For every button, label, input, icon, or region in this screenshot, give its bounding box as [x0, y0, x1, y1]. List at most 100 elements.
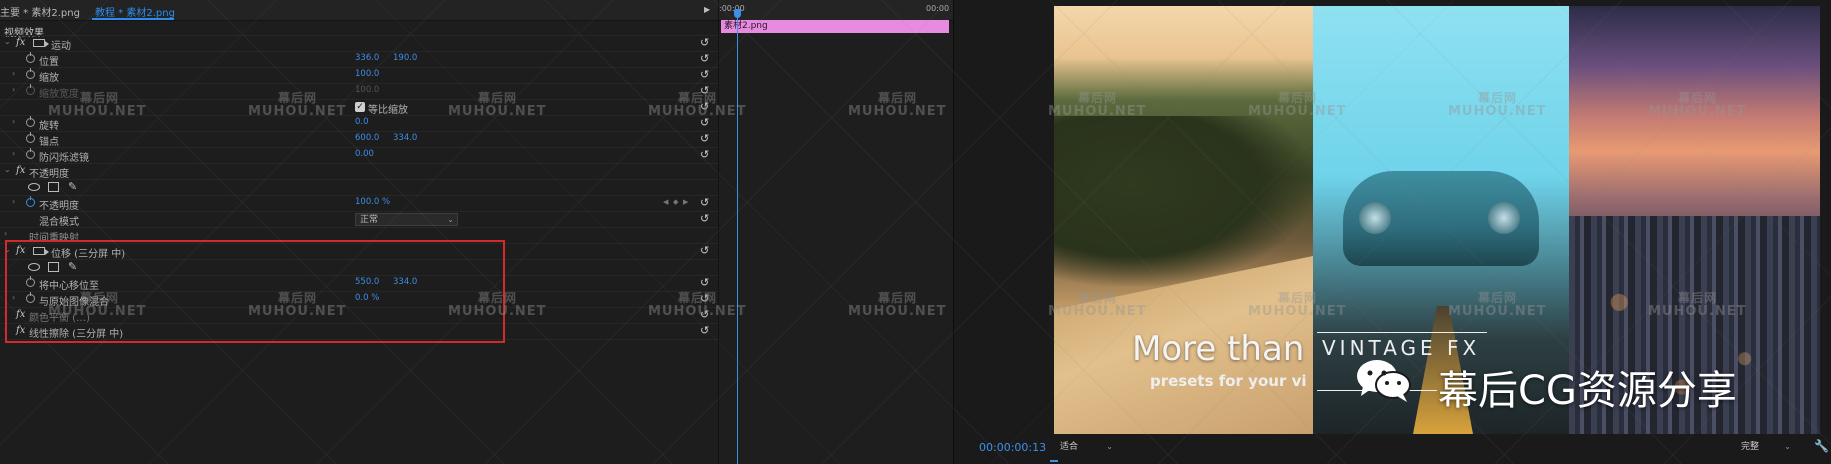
param-row-antiflicker: › 防闪烁滤镜 0.00 ↺ — [0, 147, 718, 164]
tab-sequence-clip[interactable]: 教程 * 素材2.png — [95, 4, 175, 19]
twirl-down-icon[interactable]: ⌄ — [4, 37, 11, 46]
stopwatch-icon[interactable] — [26, 148, 35, 159]
param-label-scale-width: 缩放宽度 — [39, 89, 79, 100]
param-label-position: 位置 — [39, 57, 59, 68]
playhead-handle[interactable] — [734, 9, 741, 18]
reset-icon[interactable]: ↺ — [700, 132, 709, 145]
twirl-right-icon[interactable]: › — [4, 229, 7, 238]
next-keyframe-icon[interactable]: ▶ — [683, 198, 688, 206]
reset-icon[interactable]: ↺ — [700, 68, 709, 81]
param-row-position: 位置 336.0 190.0 ↺ — [0, 51, 718, 68]
effect-row-motion[interactable]: ⌄ fx 运动 ↺ — [0, 35, 718, 52]
chevron-down-icon: ⌄ — [1784, 442, 1791, 451]
reset-icon[interactable]: ↺ — [700, 308, 709, 321]
param-row-opacity: › 不透明度 100.0 % ◀ ◆ ▶ ↺ — [0, 195, 718, 212]
blend-mode-select[interactable]: 正常 ⌄ — [355, 213, 458, 226]
stopwatch-icon[interactable] — [26, 196, 35, 207]
car-headlight-left — [1359, 202, 1391, 234]
param-row-rotation: › 旋转 0.0 ↺ — [0, 115, 718, 132]
hill-silhouette — [1054, 116, 1313, 286]
reset-icon[interactable]: ↺ — [700, 196, 709, 209]
video-subtitle-text: presets for your vi — [1150, 372, 1307, 390]
reset-icon[interactable]: ↺ — [700, 84, 709, 97]
stopwatch-icon[interactable] — [26, 84, 35, 95]
twirl-down-icon[interactable]: ⌄ — [4, 165, 11, 174]
scale-width-value: 100.0 — [355, 85, 380, 95]
reset-icon[interactable]: ↺ — [700, 244, 709, 257]
reset-icon[interactable]: ↺ — [700, 292, 709, 305]
param-label-anchor: 锚点 — [39, 137, 59, 148]
param-row-scale: › 缩放 100.0 ↺ — [0, 67, 718, 84]
param-label-blend-mode: 混合模式 — [39, 217, 79, 228]
clip-bar[interactable]: 素材2.png — [721, 20, 949, 33]
antiflicker-value[interactable]: 0.00 — [355, 149, 374, 159]
play-arrow-icon[interactable]: ▶ — [704, 5, 710, 14]
uniform-scale-label: 等比缩放 — [368, 105, 408, 116]
video-title-text: More than — [1132, 329, 1305, 369]
add-keyframe-icon[interactable]: ◆ — [673, 198, 678, 206]
twirl-right-icon[interactable]: › — [12, 117, 15, 126]
uniform-scale-checkbox[interactable]: ✓ — [355, 102, 365, 112]
param-label-opacity: 不透明度 — [39, 201, 79, 212]
twirl-right-icon[interactable]: › — [12, 149, 15, 158]
effect-controls-panel: 主要 * 素材2.png 教程 * 素材2.png ▶ 视频效果 ⌄ fx 运动… — [0, 0, 718, 464]
fx-badge-icon[interactable]: fx — [16, 37, 25, 48]
rotation-value[interactable]: 0.0 — [355, 117, 369, 127]
reset-icon[interactable]: ↺ — [700, 116, 709, 129]
tab-master-clip[interactable]: 主要 * 素材2.png — [0, 4, 80, 19]
video-panel-left-beach — [1054, 6, 1313, 434]
prev-keyframe-icon[interactable]: ◀ — [663, 198, 668, 206]
opacity-value[interactable]: 100.0 % — [355, 197, 390, 207]
playback-resolution-value: 完整 — [1741, 442, 1760, 452]
twirl-right-icon[interactable]: › — [12, 69, 15, 78]
position-y-value[interactable]: 190.0 — [393, 53, 417, 63]
param-label-scale: 缩放 — [39, 73, 59, 84]
blend-mode-value: 正常 — [360, 215, 379, 225]
stopwatch-icon[interactable] — [26, 52, 35, 63]
zoom-fit-select[interactable]: 适合 ⌄ — [1057, 440, 1115, 454]
reset-icon[interactable]: ↺ — [700, 276, 709, 289]
twirl-right-icon[interactable]: › — [12, 197, 15, 206]
param-row-anchor: 锚点 600.0 334.0 ↺ — [0, 131, 718, 148]
reset-icon[interactable]: ↺ — [700, 36, 709, 49]
logo-rule-top — [1317, 332, 1487, 333]
reset-icon[interactable]: ↺ — [700, 100, 709, 113]
car-headlight-right — [1488, 202, 1520, 234]
fx-badge-icon[interactable]: fx — [16, 165, 25, 176]
effect-name-motion: 运动 — [51, 41, 71, 52]
param-row-uniform-scale: ✓ 等比缩放 ↺ — [0, 99, 718, 116]
effect-controls-tabbar: 主要 * 素材2.png 教程 * 素材2.png ▶ — [0, 0, 718, 21]
wrench-settings-icon[interactable]: 🔧 — [1814, 439, 1829, 453]
ellipse-mask-icon[interactable] — [28, 183, 40, 191]
highlight-annotation-box — [5, 240, 505, 343]
rectangle-mask-icon[interactable] — [48, 182, 59, 192]
position-x-value[interactable]: 336.0 — [355, 53, 379, 63]
time-ruler[interactable]: :00:00 00:00 — [719, 0, 953, 21]
effect-timeline-panel[interactable]: :00:00 00:00 素材2.png — [718, 0, 953, 464]
marker-indicator — [1050, 460, 1058, 462]
param-label-rotation: 旋转 — [39, 121, 59, 132]
wechat-icon — [1357, 360, 1411, 402]
chevron-down-icon: ⌄ — [1106, 442, 1113, 451]
reset-icon[interactable]: ↺ — [700, 324, 709, 337]
stopwatch-icon[interactable] — [26, 68, 35, 79]
twirl-right-icon[interactable]: › — [12, 85, 15, 94]
reset-icon[interactable]: ↺ — [700, 52, 709, 65]
zoom-fit-value: 适合 — [1060, 442, 1079, 452]
anchor-x-value[interactable]: 600.0 — [355, 133, 379, 143]
playback-resolution-select[interactable]: 完整 ⌄ — [1741, 440, 1793, 454]
effect-row-opacity[interactable]: ⌄ fx 不透明度 — [0, 163, 718, 180]
pen-mask-icon[interactable]: ✎ — [68, 180, 77, 193]
program-controls-bar: 00:00:00:13 适合 ⌄ 完整 ⌄ 🔧 — [954, 434, 1831, 464]
playhead-timecode[interactable]: 00:00:00:13 — [979, 441, 1046, 454]
motion-transform-icon[interactable] — [33, 39, 49, 47]
mask-tools-row: ✎ — [0, 179, 718, 196]
param-label-antiflicker: 防闪烁滤镜 — [39, 153, 89, 164]
anchor-y-value[interactable]: 334.0 — [393, 133, 417, 143]
stopwatch-icon[interactable] — [26, 132, 35, 143]
stopwatch-icon[interactable] — [26, 116, 35, 127]
active-tab-indicator — [92, 18, 174, 20]
reset-icon[interactable]: ↺ — [700, 212, 709, 225]
reset-icon[interactable]: ↺ — [700, 148, 709, 161]
scale-value[interactable]: 100.0 — [355, 69, 379, 79]
